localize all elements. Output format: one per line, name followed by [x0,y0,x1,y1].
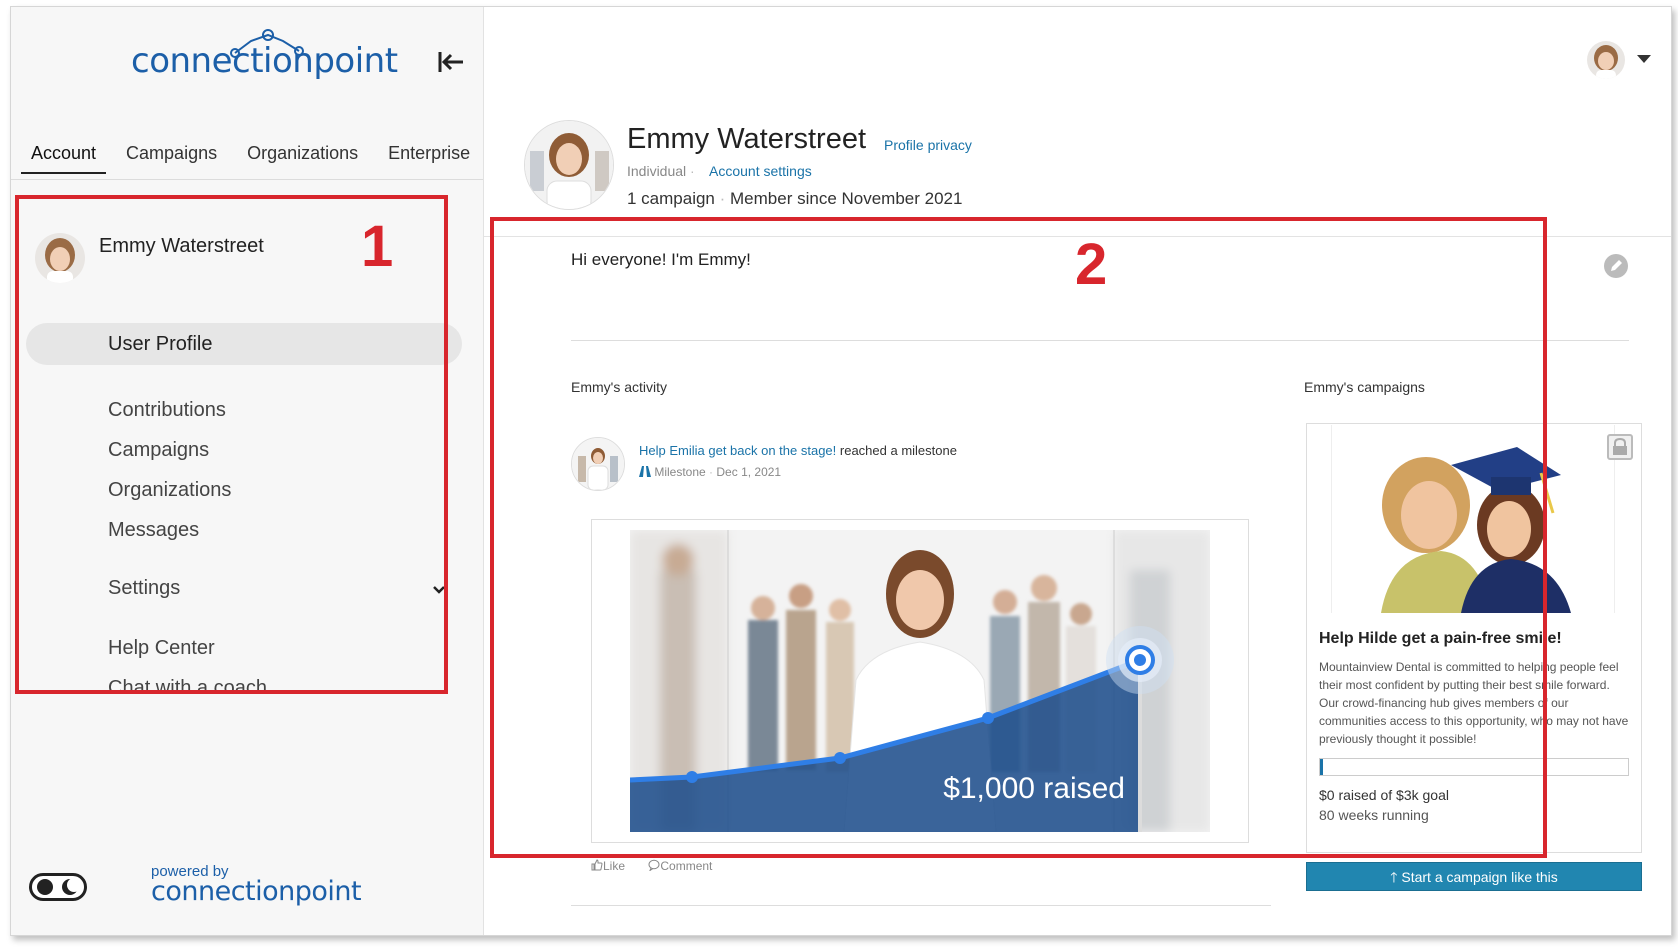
profile-type-label: Individual [627,163,687,179]
comment-button[interactable]: Comment [648,859,722,873]
powered-by-logo-text: connectionpoint [151,876,362,907]
start-campaign-button[interactable]: 🡑 Start a campaign like this [1306,862,1642,891]
start-campaign-label: Start a campaign like this [1401,869,1558,885]
annotation-box-2 [490,217,1547,858]
top-tabs: Account Campaigns Organizations Enterpri… [21,137,490,174]
theme-toggle[interactable] [29,873,87,901]
tab-divider [11,179,483,180]
logo-graphic [230,29,304,58]
activity-divider [571,905,1271,906]
annotation-label-1: 1 [361,214,394,279]
connectionpoint-logo[interactable]: connectionpoint [131,27,398,81]
like-label: Like [603,859,626,873]
tab-organizations[interactable]: Organizations [237,137,368,174]
profile-avatar [524,120,614,210]
user-menu-avatar[interactable] [1587,41,1625,79]
comment-icon [648,859,660,872]
profile-type: Individual · [627,163,695,179]
lock-icon[interactable] [1607,434,1633,460]
like-button[interactable]: Like [591,859,638,873]
member-since: Member since November 2021 [730,189,963,208]
powered-by-logo[interactable]: powered by connectionpoint [151,863,362,907]
separator-dot: · [719,189,731,208]
tab-enterprise[interactable]: Enterprise [378,137,480,174]
annotation-label-2: 2 [1075,232,1108,297]
campaign-count: 1 campaign [627,189,715,208]
arrow-up-icon: 🡑 [1390,869,1398,885]
collapse-sidebar-icon[interactable] [436,47,466,77]
thumbs-up-icon [591,859,603,871]
app-window: connectionpoint Account Campaigns Organi… [10,6,1672,936]
profile-name: Emmy Waterstreet [627,123,867,155]
profile-privacy-link[interactable]: Profile privacy [884,137,972,153]
separator-dot: · [690,163,695,179]
tab-campaigns[interactable]: Campaigns [116,137,227,174]
activity-social-actions: Like Comment [591,859,732,873]
comment-label: Comment [660,859,713,873]
profile-stats: 1 campaign · Member since November 2021 [627,189,962,209]
user-menu-caret-icon[interactable] [1637,55,1651,63]
tab-account[interactable]: Account [21,137,107,174]
account-settings-link[interactable]: Account settings [709,163,812,179]
edit-bio-pencil-icon[interactable] [1604,254,1628,278]
